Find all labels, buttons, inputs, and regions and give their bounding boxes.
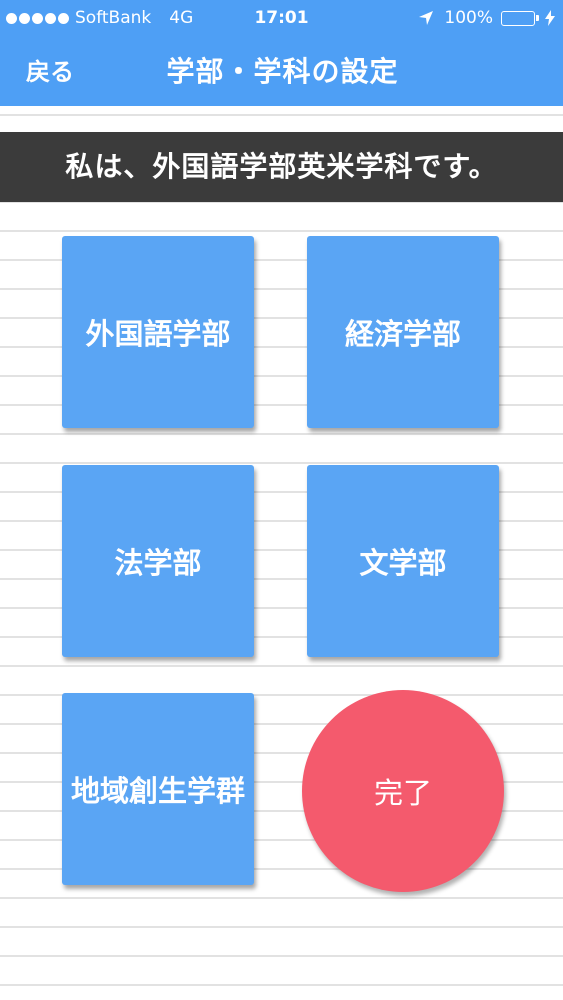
status-right: 100%	[418, 8, 555, 28]
faculty-button-regional-creation[interactable]: 地域創生学群	[62, 693, 254, 885]
selection-banner: 私は、外国語学部英米学科です。	[0, 132, 563, 202]
status-bar: SoftBank 4G 17:01 100%	[0, 0, 563, 36]
faculty-button-law[interactable]: 法学部	[62, 465, 254, 657]
top-bar: SoftBank 4G 17:01 100% 戻る 学部・学科の設定	[0, 0, 563, 106]
faculty-button-foreign-languages[interactable]: 外国語学部	[62, 236, 254, 428]
done-button[interactable]: 完了	[302, 690, 504, 892]
page-title: 学部・学科の設定	[166, 55, 399, 88]
location-arrow-icon	[419, 11, 434, 25]
battery-percentage: 100%	[444, 8, 493, 28]
faculty-button-literature[interactable]: 文学部	[307, 465, 499, 657]
back-button[interactable]: 戻る	[26, 52, 74, 87]
battery-icon	[501, 10, 541, 27]
faculty-button-economics[interactable]: 経済学部	[307, 236, 499, 428]
charging-bolt-icon	[545, 10, 555, 26]
